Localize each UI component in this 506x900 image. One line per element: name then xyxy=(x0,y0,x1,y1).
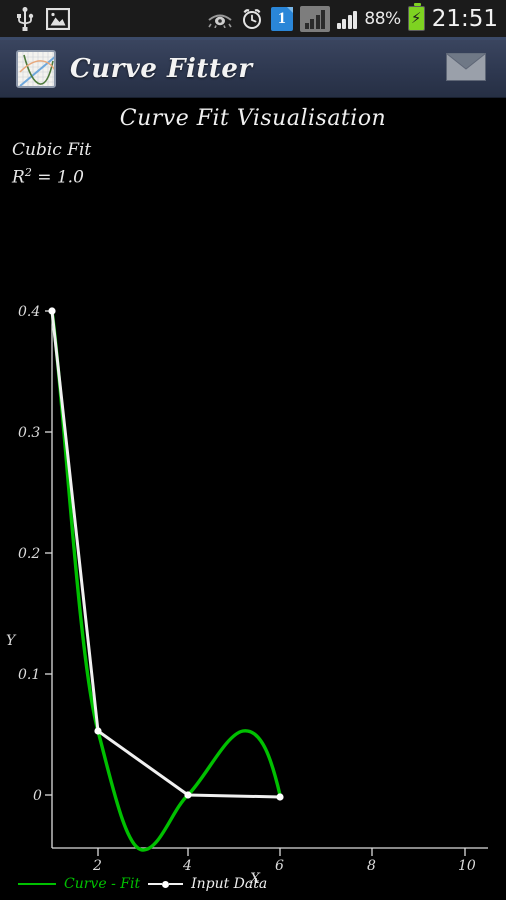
plot-axes xyxy=(51,308,488,849)
y-tick-label: 0.4 xyxy=(18,304,40,320)
input-data-line xyxy=(50,309,282,799)
screenshot-image-icon xyxy=(46,7,70,30)
smart-stay-eye-icon xyxy=(207,10,233,28)
status-bar-right-icons: 1 88% ⚡ 21:51 xyxy=(207,0,498,37)
status-bar: 1 88% ⚡ 21:51 xyxy=(0,0,506,40)
x-tick-label: 2 xyxy=(92,858,102,874)
data-point-marker xyxy=(184,791,192,799)
legend-label-fit: Curve - Fit xyxy=(64,876,141,892)
status-bar-left-icons xyxy=(0,6,70,31)
usb-icon xyxy=(16,6,34,31)
y-tick-label: 0.1 xyxy=(18,667,40,683)
envelope-icon[interactable] xyxy=(446,52,486,85)
curve-fit-plot: 0.4 0.3 0.2 0.1 0 2 4 6 8 10 X Y xyxy=(6,304,488,887)
data-point-marker xyxy=(94,727,102,735)
curve-graph-icon xyxy=(16,49,56,88)
y-tick-label: 0.2 xyxy=(18,546,40,562)
legend-label-data: Input Data xyxy=(191,876,268,892)
chart-legend: Curve - Fit Input Data xyxy=(18,876,267,892)
x-tick-label: 10 xyxy=(458,858,476,874)
x-tick-label: 4 xyxy=(182,858,192,874)
curve-fit-line xyxy=(50,309,282,852)
y-tick-label: 0.3 xyxy=(18,425,40,441)
chart-area: Curve Fit Visualisation Cubic Fit R2 = 1… xyxy=(0,98,506,900)
y-axis-ticks xyxy=(45,310,52,796)
page-title: Curve Fitter xyxy=(70,53,253,84)
input-data-markers xyxy=(48,307,284,801)
notification-count-badge: 1 xyxy=(270,6,293,31)
signal-strength-boxed-icon xyxy=(299,5,330,32)
app-bar: Curve Fitter xyxy=(0,40,506,98)
battery-charging-icon: ⚡ xyxy=(407,3,425,31)
clock-label: 21:51 xyxy=(431,5,498,32)
data-point-marker xyxy=(48,307,56,315)
x-tick-label: 8 xyxy=(367,858,376,874)
legend-line-swatch-fit xyxy=(18,883,56,885)
alarm-clock-icon xyxy=(240,7,264,31)
battery-percent-label: 88% xyxy=(364,8,401,29)
x-tick-label: 6 xyxy=(275,858,284,874)
legend-marker-swatch-data xyxy=(148,880,184,888)
data-point-marker xyxy=(276,793,284,801)
x-axis-ticks xyxy=(97,848,466,856)
signal-strength-icon xyxy=(336,9,358,29)
y-tick-label: 0 xyxy=(33,788,42,804)
y-axis-label: Y xyxy=(6,633,17,649)
